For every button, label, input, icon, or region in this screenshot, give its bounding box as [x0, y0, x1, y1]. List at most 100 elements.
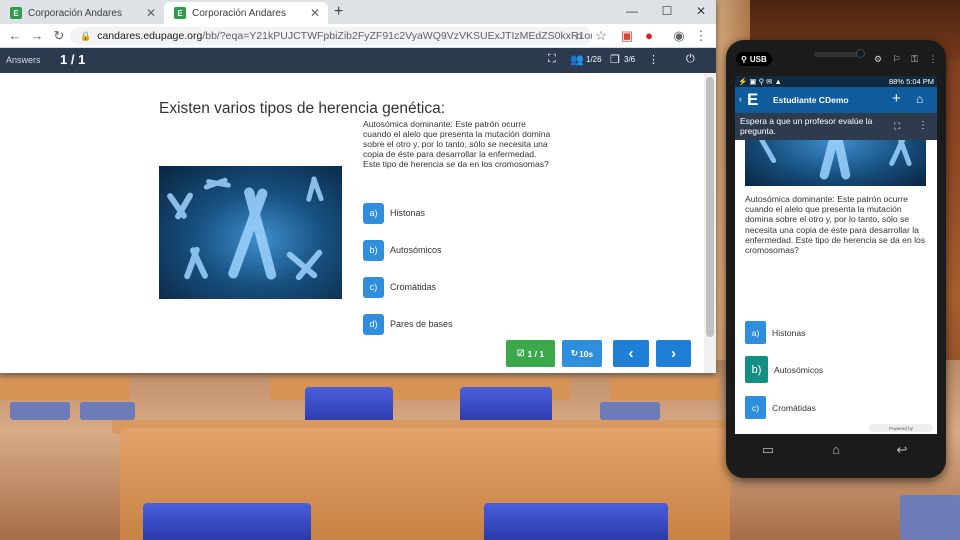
- forward-icon[interactable]: →: [28, 27, 46, 45]
- browser-tab[interactable]: E Corporación Andares ✕: [0, 2, 164, 24]
- close-tab-icon[interactable]: ✕: [310, 6, 320, 20]
- new-tab-icon[interactable]: +: [334, 3, 343, 21]
- question-text: Autosómica dominante: Este patrón ocurre…: [363, 119, 551, 169]
- option-label: Pares de bases: [390, 319, 453, 329]
- status-battery-time: 88% 5:04 PM: [888, 77, 934, 86]
- option-label: Autosómicos: [390, 245, 442, 255]
- scrollbar[interactable]: [704, 73, 716, 373]
- app-header: Answers 1 / 1 ⛶ 👥 1/26 ❐ 3/6 ⋮ ⏻: [0, 48, 716, 73]
- home-icon[interactable]: ⌂: [916, 92, 923, 106]
- address-bar[interactable]: 🔒 candares.edupage.org /bb/?eqa=Y21kPUJC…: [70, 27, 592, 45]
- browser-tab-active[interactable]: E Corporación Andares ✕: [164, 2, 328, 24]
- phone-option-c[interactable]: c) Cromátidas: [745, 396, 816, 419]
- option-letter: c): [363, 276, 384, 298]
- chromosome-illustration: [758, 140, 912, 180]
- close-tab-icon[interactable]: ✕: [146, 6, 156, 20]
- profile-icon[interactable]: ◉: [670, 27, 688, 45]
- back-chevron-icon[interactable]: ‹: [739, 94, 742, 104]
- students-icon[interactable]: 👥: [570, 53, 584, 66]
- recent-apps-icon[interactable]: ▭: [756, 442, 780, 458]
- answers-count: 1 / 1: [527, 348, 545, 359]
- phone-screen: ⚡ ▣ ⚲ ✉ ▲ 88% 5:04 PM ‹ E Estudiante CDe…: [735, 76, 937, 434]
- timer-button[interactable]: ↻ 10s: [562, 340, 602, 367]
- fullscreen-icon[interactable]: ⛶: [548, 53, 556, 66]
- previous-button[interactable]: ‹: [613, 340, 649, 367]
- chromosome-image: [159, 166, 342, 299]
- usb-badge: ⚲ USB: [736, 52, 772, 66]
- back-icon[interactable]: ←: [6, 27, 24, 45]
- option-label: Histonas: [390, 208, 426, 218]
- option-letter: c): [745, 396, 766, 419]
- chromosome-illustration: [167, 176, 324, 281]
- slides-icon[interactable]: ❐: [610, 53, 620, 66]
- check-icon: ☑: [516, 348, 525, 358]
- tab-title: Corporación Andares: [192, 7, 286, 19]
- option-d[interactable]: d) Pares de bases: [363, 313, 453, 335]
- next-button[interactable]: ›: [656, 340, 691, 367]
- option-letter: b): [745, 356, 768, 383]
- option-label: Autosómicos: [774, 364, 824, 375]
- chair: [900, 495, 960, 540]
- edupage-favicon-icon: E: [10, 7, 22, 19]
- url-path: /bb/?eqa=Y21kPUJCTWFpbiZib2FyZF91c2VyaWQ…: [202, 30, 592, 42]
- chair: [484, 503, 668, 540]
- browser-window: E Corporación Andares ✕ E Corporación An…: [0, 0, 716, 373]
- option-letter: a): [363, 202, 384, 224]
- back-button-icon[interactable]: ↩: [890, 442, 914, 458]
- phone-option-b-selected[interactable]: b) Autosómicos: [745, 356, 823, 383]
- more-icon[interactable]: ⋮: [648, 53, 659, 66]
- reload-icon[interactable]: ↻: [50, 27, 68, 45]
- lock-icon: 🔒: [80, 30, 92, 41]
- usb-icon: ⚲: [741, 54, 747, 64]
- option-label: Cromátidas: [390, 282, 437, 292]
- close-window-icon[interactable]: ✕: [686, 0, 716, 22]
- notification-icons: ⚡ ▣ ⚲ ✉ ▲: [738, 77, 782, 86]
- option-label: Cromátidas: [772, 402, 816, 413]
- waiting-banner: Espera a que un profesor evalúe la pregu…: [735, 113, 937, 140]
- option-letter: d): [363, 313, 384, 335]
- desk: [0, 378, 130, 400]
- scrollbar-thumb[interactable]: [706, 77, 714, 337]
- question-text: Autosómica dominante: Este patrón ocurre…: [745, 194, 926, 256]
- add-icon[interactable]: +: [892, 90, 901, 107]
- chevron-right-icon: ›: [671, 345, 676, 362]
- edupage-logo-icon: E: [747, 90, 759, 109]
- chromosome-image: [745, 140, 926, 186]
- student-name: Estudiante CDemo: [773, 95, 849, 105]
- phone-device: ⚲ USB ⚙ ⚐ ⚿ ⋮ ⚡ ▣ ⚲ ✉ ▲ 88% 5:04 PM ‹ E …: [726, 40, 946, 478]
- home-button-icon[interactable]: ⌂: [824, 442, 848, 457]
- opera-extension-icon[interactable]: ●: [640, 27, 658, 45]
- more-icon[interactable]: ⋮: [918, 120, 928, 131]
- question-counter: 1 / 1: [60, 52, 86, 67]
- tab-strip: E Corporación Andares ✕ E Corporación An…: [0, 0, 716, 24]
- answers-count-button[interactable]: ☑ 1 / 1: [506, 340, 555, 367]
- power-icon[interactable]: ⏻: [686, 53, 695, 66]
- star-icon[interactable]: ☆: [592, 27, 610, 45]
- menu-icon[interactable]: ⋮: [692, 27, 710, 45]
- option-b[interactable]: b) Autosómicos: [363, 239, 442, 261]
- powered-by-badge: Powered by: [869, 424, 933, 432]
- pdf-extension-icon[interactable]: ▣: [618, 27, 636, 45]
- browser-toolbar: ← → ↻ 🔒 candares.edupage.org /bb/?eqa=Y2…: [0, 24, 716, 48]
- option-a[interactable]: a) Histonas: [363, 202, 425, 224]
- phone-option-a[interactable]: a) Histonas: [745, 321, 805, 344]
- students-count: 1/26: [586, 55, 602, 64]
- question-area: Existen varios tipos de herencia genétic…: [0, 73, 704, 373]
- maximize-icon[interactable]: ☐: [652, 0, 682, 22]
- timer-value: 10s: [578, 348, 594, 359]
- timer-icon: ↻: [570, 348, 578, 358]
- edupage-favicon-icon: E: [174, 7, 186, 19]
- question-title: Existen varios tipos de herencia genétic…: [159, 100, 446, 117]
- zoom-search-icon[interactable]: ⌕: [570, 27, 588, 45]
- minimize-icon[interactable]: —: [617, 0, 647, 22]
- powered-by-label: Powered by: [889, 425, 913, 431]
- chevron-left-icon: ‹: [628, 345, 634, 362]
- desk: [610, 378, 720, 400]
- option-letter: b): [363, 239, 384, 261]
- chair: [80, 402, 135, 420]
- phone-app-bar: ‹ E Estudiante CDemo + ⌂: [735, 87, 937, 113]
- option-letter: a): [745, 321, 766, 344]
- usb-label: USB: [749, 54, 767, 64]
- option-c[interactable]: c) Cromátidas: [363, 276, 436, 298]
- expand-icon[interactable]: ⛶: [894, 121, 900, 132]
